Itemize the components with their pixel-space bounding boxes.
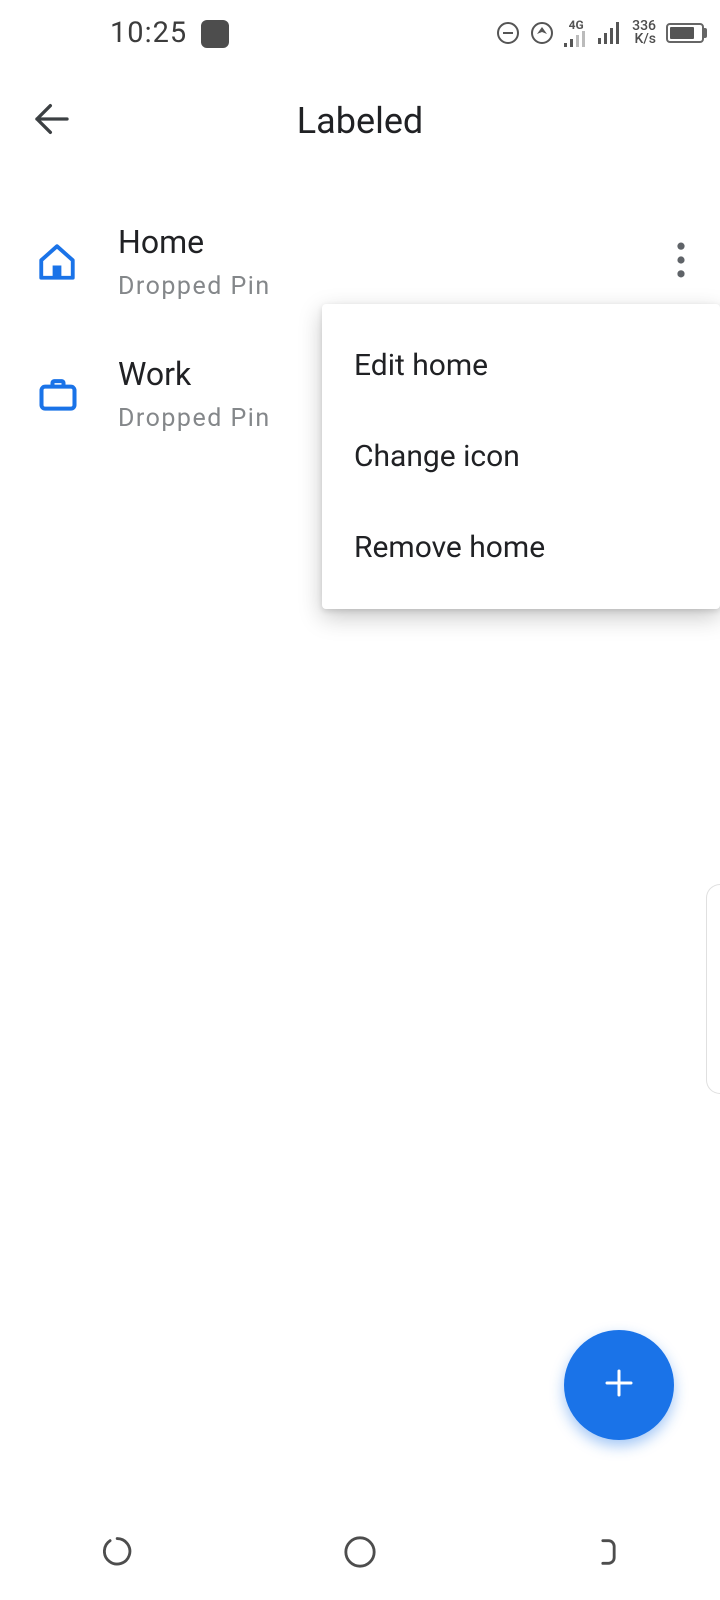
back-button[interactable] [16, 83, 88, 159]
item-subtitle: Dropped Pin [118, 272, 666, 301]
do-not-disturb-icon [496, 21, 520, 45]
status-left: 10:25 [110, 16, 229, 50]
cast-icon [530, 21, 554, 45]
more-vert-icon [676, 242, 686, 282]
nav-back-icon [583, 1554, 617, 1573]
item-text: Home Dropped Pin [118, 223, 666, 300]
nav-home-icon [343, 1554, 377, 1573]
status-bar: 10:25 4G 336 K/s [0, 0, 720, 66]
arrow-back-icon [32, 124, 72, 143]
menu-item-edit-home[interactable]: Edit home [322, 320, 720, 411]
edge-panel-handle[interactable] [706, 884, 720, 1094]
page-title: Labeled [297, 100, 423, 142]
menu-item-remove-home[interactable]: Remove home [322, 502, 720, 593]
nav-back-button[interactable] [543, 1523, 657, 1585]
nav-recent-button[interactable] [63, 1523, 177, 1585]
context-menu: Edit home Change icon Remove home [322, 304, 720, 609]
more-options-button[interactable] [666, 222, 696, 302]
recent-apps-icon [103, 1554, 137, 1573]
plus-icon [601, 1365, 637, 1405]
item-title: Home [118, 223, 666, 261]
signal-4g-icon: 4G [564, 19, 588, 47]
system-nav-bar [0, 1508, 720, 1600]
signal-icon [598, 22, 622, 44]
briefcase-icon [36, 372, 86, 416]
add-label-fab[interactable] [564, 1330, 674, 1440]
home-icon [36, 241, 86, 283]
status-right: 4G 336 K/s [496, 19, 704, 47]
nav-home-button[interactable] [303, 1523, 417, 1585]
network-speed: 336 K/s [632, 20, 656, 46]
menu-item-change-icon[interactable]: Change icon [322, 411, 720, 502]
app-header: Labeled [0, 66, 720, 176]
notification-indicator-icon [201, 20, 229, 48]
battery-icon [666, 23, 704, 43]
status-time: 10:25 [110, 16, 187, 50]
